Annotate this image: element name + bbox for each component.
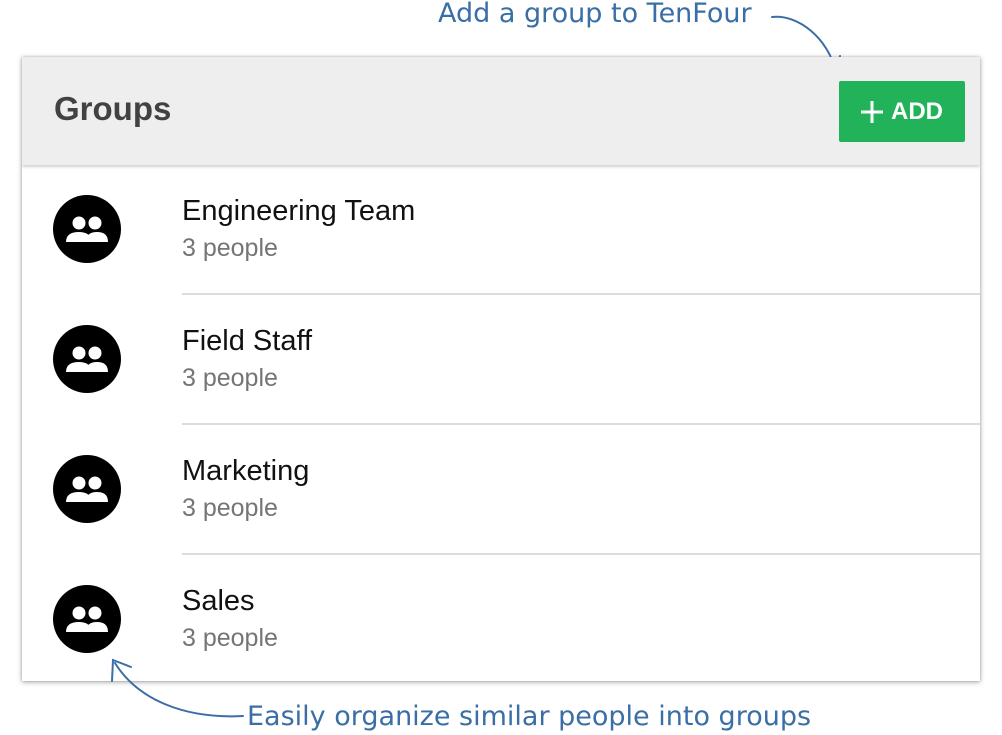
plus-icon [861, 100, 883, 123]
group-member-count: 3 people [182, 494, 278, 522]
list-item[interactable]: Field Staff 3 people [22, 295, 980, 425]
group-name: Field Staff [182, 325, 313, 357]
group-name: Engineering Team [182, 195, 416, 227]
panel-header: Groups ADD [22, 57, 980, 165]
group-member-count: 3 people [182, 234, 278, 262]
list-item[interactable]: Marketing 3 people [22, 425, 980, 555]
list-item[interactable]: Engineering Team 3 people [22, 165, 980, 295]
group-icon [53, 585, 121, 653]
group-name: Sales [182, 585, 255, 617]
add-button-label: ADD [891, 97, 943, 125]
group-icon [53, 325, 121, 393]
group-icon [53, 455, 121, 523]
annotation-add-group: Add a group to TenFour [438, 0, 752, 29]
groups-panel: Groups ADD Engineering Team 3 people Fie… [22, 57, 980, 681]
group-icon [53, 195, 121, 263]
list-item[interactable]: Sales 3 people [22, 555, 980, 681]
group-member-count: 3 people [182, 624, 278, 652]
group-name: Marketing [182, 455, 310, 487]
group-list: Engineering Team 3 people Field Staff 3 … [22, 165, 980, 681]
page-title: Groups [54, 90, 172, 127]
annotation-organize-groups: Easily organize similar people into grou… [247, 701, 812, 732]
add-group-button[interactable]: ADD [839, 81, 965, 142]
group-member-count: 3 people [182, 364, 278, 392]
